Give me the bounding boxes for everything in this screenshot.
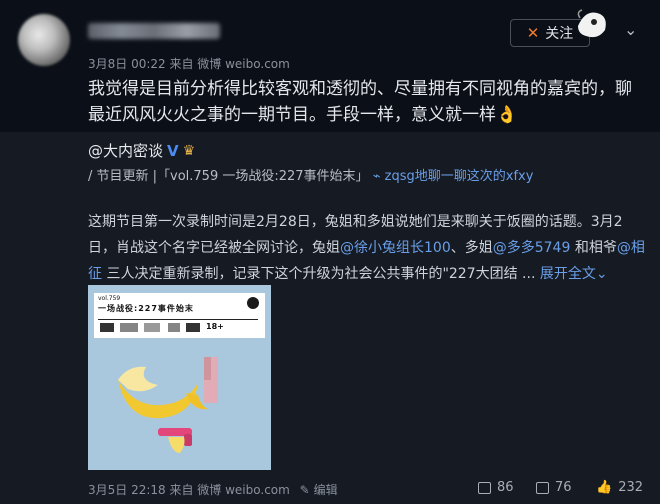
- topic-link[interactable]: zqsg地聊一聊这次的xfxy: [385, 169, 534, 184]
- mention-link-1[interactable]: @徐小兔组长100: [340, 240, 451, 256]
- like-count: 232: [618, 480, 644, 495]
- topic-line: / 节目更新 |「vol.759 一场战役:227事件始末」 ⌁ zqsg地聊一…: [88, 165, 533, 184]
- crown-badge-icon: ♛: [182, 142, 196, 159]
- verified-badge-icon: V: [167, 141, 179, 160]
- share-stat[interactable]: 86: [478, 480, 514, 495]
- plus-icon: ✕: [526, 24, 540, 42]
- poster-artwork: [118, 357, 218, 453]
- edit-icon: ✎: [299, 483, 310, 497]
- like-stat[interactable]: 👍 232: [596, 480, 643, 495]
- comment-count: 76: [555, 480, 572, 495]
- avatar[interactable]: [18, 14, 70, 66]
- like-icon: 👍: [596, 480, 613, 495]
- mention-link-2[interactable]: @多多5749: [493, 240, 571, 256]
- comment-icon: [536, 481, 549, 494]
- link-icon: ⌁: [372, 169, 381, 184]
- topic-prefix: / 节目更新 |「vol.759 一场战役:227事件始末」: [88, 169, 369, 184]
- share-icon: [478, 481, 491, 494]
- post-meta: 3月8日 00:22 来自 微博 weibo.com: [88, 57, 290, 71]
- expand-full-text-link[interactable]: 展开全文: [540, 266, 596, 282]
- original-author[interactable]: @大内密谈 V ♛: [88, 140, 195, 161]
- body-text-4: 三人决定重新录制，记录下这个升级为社会公共事件的"227大团结 ...: [102, 266, 536, 282]
- mascot-decoration-icon: [577, 9, 606, 38]
- chevron-down-icon[interactable]: ⌄: [624, 20, 642, 39]
- body-text-2: 、多姐: [450, 240, 493, 256]
- share-count: 86: [497, 480, 514, 495]
- chevron-down-small-icon[interactable]: ⌄: [596, 266, 608, 282]
- follow-label: 关注: [545, 26, 574, 42]
- original-author-name[interactable]: @大内密谈: [88, 140, 163, 161]
- body-text-3: 和相爷: [570, 240, 617, 256]
- repost-footer: 3月5日 22:18 来自 微博 weibo.com ✎ 编辑: [88, 481, 338, 498]
- edit-link[interactable]: 编辑: [314, 483, 338, 497]
- repost-body: 这期节目第一次录制时间是2月28日，兔姐和多姐说她们是来聊关于饭圈的话题。3月2…: [88, 209, 648, 287]
- repost-time: 3月5日 22:18 来自 微博 weibo.com: [88, 483, 290, 497]
- comment-stat[interactable]: 76: [536, 480, 572, 495]
- username-blurred[interactable]: [88, 23, 220, 39]
- post-text: 我觉得是目前分析得比较客观和透彻的、尽量拥有不同视角的嘉宾的，聊最近风风火火之事…: [88, 79, 632, 125]
- episode-poster-image[interactable]: vol.759 一场战役:227事件始末 18+: [88, 285, 271, 470]
